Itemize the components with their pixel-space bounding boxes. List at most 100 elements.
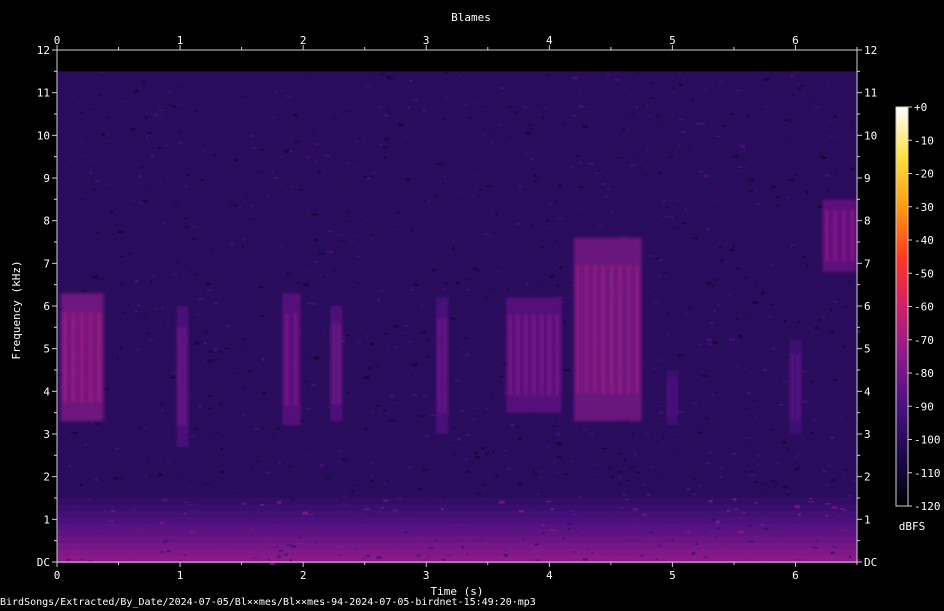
noise-speck: [127, 165, 131, 167]
noise-speck: [536, 493, 540, 495]
noise-speck: [112, 173, 117, 175]
noise-speck: [107, 444, 111, 446]
noise-speck: [699, 127, 706, 129]
noise-speck: [650, 402, 653, 405]
noise-speck: [724, 261, 728, 263]
noise-speck: [503, 553, 509, 557]
noise-speck: [582, 125, 588, 129]
noise-speck: [499, 87, 505, 90]
call-event: [60, 293, 104, 422]
call-event: [573, 237, 642, 422]
noise-speck: [629, 87, 632, 90]
y-tick-label: 12: [864, 44, 877, 57]
noise-speck: [748, 190, 754, 192]
noise-speck: [364, 508, 370, 510]
noise-speck: [480, 463, 485, 466]
noise-speck: [306, 396, 311, 399]
noise-speck: [534, 472, 538, 476]
noise-speck: [617, 452, 622, 455]
noise-speck: [259, 503, 265, 506]
noise-speck: [756, 454, 762, 457]
noise-speck: [288, 465, 292, 468]
noise-speck: [200, 471, 204, 473]
noise-speck: [755, 359, 762, 363]
noise-speck: [673, 90, 676, 94]
noise-speck: [234, 204, 240, 207]
noise-speck: [166, 549, 171, 552]
noise-speck: [688, 240, 694, 243]
noise-speck: [321, 276, 325, 278]
noise-speck: [685, 149, 692, 153]
noise-speck: [566, 149, 570, 151]
noise-speck: [756, 387, 761, 390]
noise-speck: [276, 555, 282, 559]
noise-speck: [298, 536, 304, 539]
noise-speck: [418, 415, 425, 418]
call-event-stripe: [833, 210, 837, 261]
noise-speck: [713, 96, 718, 100]
noise-speck: [514, 111, 519, 114]
noise-speck: [80, 468, 86, 470]
call-event-stripe: [337, 323, 341, 404]
noise-speck: [661, 476, 666, 480]
noise-speck: [245, 490, 252, 492]
noise-speck: [562, 120, 568, 123]
noise-speck: [747, 437, 753, 439]
noise-speck: [582, 428, 588, 431]
noise-speck: [840, 508, 845, 511]
noise-speck: [356, 137, 362, 139]
noise-speck: [387, 479, 390, 482]
noise-speck: [514, 180, 518, 183]
noise-speck: [371, 171, 377, 174]
y-tick-label: 10: [37, 129, 50, 142]
noise-speck: [828, 120, 832, 123]
noise-speck: [369, 474, 374, 478]
noise-speck: [385, 413, 390, 416]
noise-speck: [701, 516, 705, 519]
noise-speck: [402, 487, 408, 490]
noise-speck: [490, 141, 495, 144]
noise-speck: [472, 407, 478, 410]
noise-speck: [569, 460, 573, 463]
noise-speck: [434, 194, 437, 197]
noise-speck: [601, 183, 606, 185]
noise-speck: [623, 459, 626, 462]
noise-speck: [541, 524, 546, 527]
noise-speck: [746, 558, 752, 561]
noise-speck: [113, 224, 118, 227]
noise-speck: [421, 436, 424, 439]
noise-speck: [255, 533, 260, 536]
noise-speck: [700, 209, 706, 212]
noise-speck: [456, 191, 462, 194]
noise-speck: [68, 464, 72, 468]
noise-speck: [252, 346, 256, 349]
noise-speck: [135, 318, 140, 321]
noise-speck: [627, 103, 633, 105]
noise-speck: [691, 552, 696, 555]
noise-speck: [656, 257, 661, 260]
noise-speck: [479, 383, 482, 385]
noise-speck: [275, 427, 280, 431]
noise-speck: [714, 535, 718, 538]
noise-speck: [558, 428, 563, 431]
noise-speck: [79, 483, 83, 487]
noise-speck: [784, 118, 790, 122]
noise-speck: [369, 176, 374, 178]
noise-speck: [734, 508, 738, 511]
noise-speck: [589, 157, 593, 160]
noise-speck: [312, 132, 317, 135]
noise-speck: [60, 74, 63, 76]
noise-speck: [479, 123, 486, 126]
noise-speck: [221, 370, 225, 373]
noise-speck: [487, 235, 493, 238]
noise-speck: [830, 478, 836, 482]
colorbar-label: dBFS: [899, 520, 926, 533]
call-event-stripe: [635, 265, 639, 394]
noise-speck: [101, 442, 107, 445]
noise-speck: [578, 496, 583, 499]
noise-speck: [125, 303, 131, 306]
noise-speck: [851, 133, 856, 136]
noise-speck: [637, 515, 641, 519]
noise-speck: [189, 531, 196, 535]
noise-speck: [264, 505, 269, 507]
